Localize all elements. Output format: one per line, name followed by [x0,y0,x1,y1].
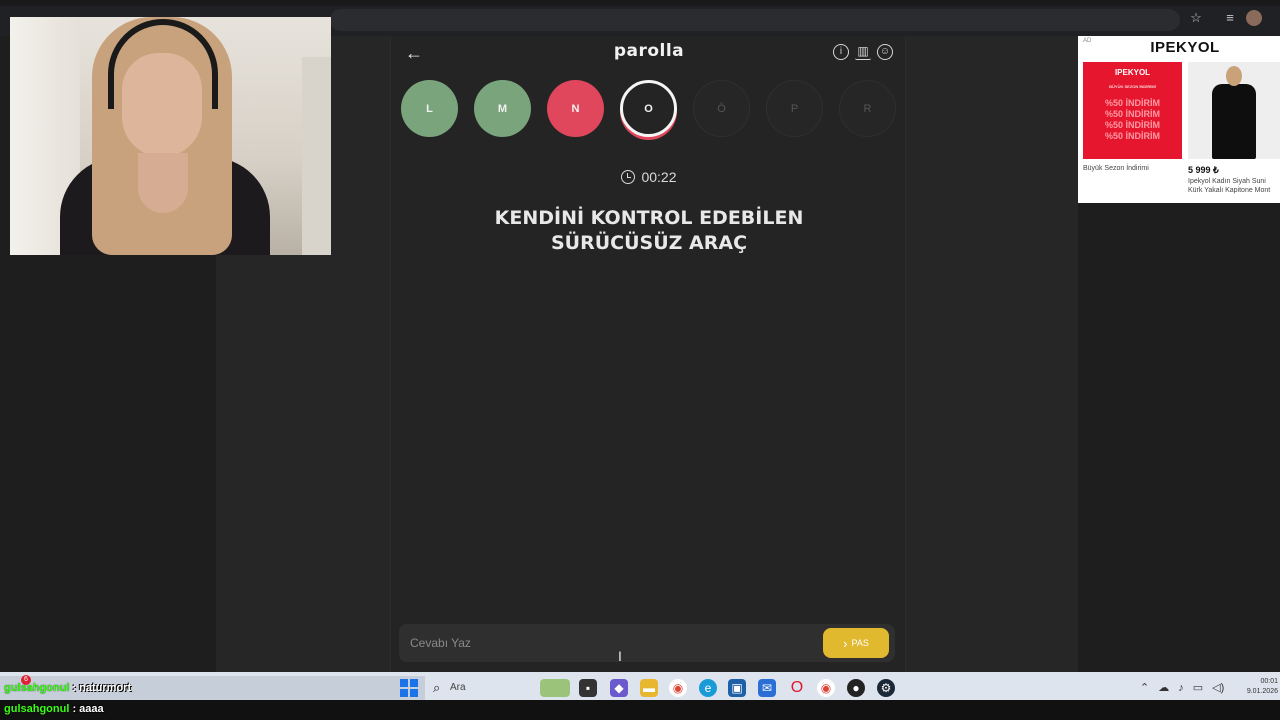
system-tray: ⌃ ☁ ♪ ▭ ◁) [1140,679,1224,697]
steam-icon[interactable]: ⚙ [877,679,895,697]
letter-wheel: L M N O Ö P R [401,80,901,138]
address-bar[interactable] [330,9,1180,31]
mail-icon[interactable]: ✉ [758,679,776,697]
letter-circle[interactable]: N [547,80,604,137]
ad-card-line: %50 İNDİRİM [1104,120,1160,130]
answer-bar: › PAS [399,624,895,662]
letter-circle[interactable]: R [839,80,896,137]
chat-text: : naturmort [72,682,132,694]
reading-list-icon[interactable]: ≡ [1222,10,1238,26]
parolla-game: ← parolla i ▥ ☺ L M N O Ö P R 00:22 KEND… [390,36,906,672]
ad-card-line: %50 İNDİRİM [1104,131,1160,141]
ad-caption[interactable]: Büyük Sezon İndirimi [1083,165,1149,172]
coat-image [1212,84,1256,159]
clock-icon [621,170,636,184]
info-icon[interactable]: i [833,44,849,60]
clock-date: 9.01.2026 [1246,688,1278,695]
webcam-overlay [10,17,331,255]
ad-card-subtitle: BÜYÜK SEZON İNDİRİMİ [1109,84,1156,89]
monitor-icon[interactable]: ▭ [1193,679,1203,697]
game-header: ← parolla i ▥ ☺ [391,36,907,70]
pass-button[interactable]: › PAS [823,628,889,658]
chat-message: gulsahgonul : aaaa [4,703,104,715]
stream-bottom-strip [0,700,1280,720]
question-line-1: KENDİNİ KONTROL EDEBİLEN [494,207,804,229]
chevron-up-icon[interactable]: ⌃ [1140,679,1149,697]
chevron-right-icon: › [843,635,848,651]
stats-icon[interactable]: ▥ [855,44,871,60]
question-text: KENDİNİ KONTROL EDEBİLEN SÜRÜCÜSÜZ ARAÇ [451,206,847,256]
ad-card-line: %50 İNDİRİM [1104,109,1160,119]
bookmark-star-icon[interactable]: ☆ [1188,10,1204,26]
timer-value: 00:22 [641,169,677,185]
windows-start-icon[interactable] [400,679,418,697]
ad-card-line: %50 İNDİRİM [1104,98,1160,108]
clock-time: 00:01 [1260,678,1278,685]
store-icon[interactable]: ▣ [728,679,746,697]
advertisement[interactable]: AD IPEKYOL IPEKYOL BÜYÜK SEZON İNDİRİMİ … [1078,36,1280,203]
ad-product-photo[interactable] [1188,62,1280,159]
folder-icon[interactable]: ▬ [640,679,658,697]
text-cursor-icon: I [618,648,622,664]
header-actions: i ▥ ☺ [833,44,893,60]
microphone-icon[interactable]: ♪ [1178,679,1184,697]
app-icon-dark[interactable]: ● [847,679,865,697]
letter-circle[interactable]: L [401,80,458,137]
answer-input[interactable] [399,624,809,662]
question-line-2: SÜRÜCÜSÜZ ARAÇ [550,232,748,254]
ad-price: 5 999 ₺ [1188,165,1219,175]
ad-sale-card[interactable]: IPEKYOL BÜYÜK SEZON İNDİRİMİ %50 İNDİRİM… [1083,62,1182,159]
edge-icon[interactable]: e [699,679,717,697]
profile-avatar-icon[interactable] [1246,10,1262,26]
taskbar-clock[interactable]: 00:01 9.01.2026 [1244,677,1280,697]
letter-circle[interactable]: O [620,80,677,137]
webcam-door [302,57,331,255]
pass-label: PAS [851,638,869,648]
widget-icon[interactable] [540,679,570,697]
letter-circle[interactable]: M [474,80,531,137]
profile-icon[interactable]: ☺ [877,44,893,60]
chat-username: gulsahgonul [4,703,70,715]
chat-text: : aaaa [72,703,104,715]
model-head-image [1226,66,1242,86]
chat-message: gulsahgonul : naturmort [4,682,131,694]
countdown-timer: 00:22 [391,169,907,185]
ad-brand-logo: IPEKYOL [1150,39,1220,56]
chat-username: gulsahgonul [4,682,70,694]
brand-title: parolla [613,41,685,61]
volume-icon[interactable]: ◁) [1212,679,1224,697]
opera-icon[interactable]: O [788,679,806,697]
browser-tab-strip [0,0,1280,6]
chrome-icon[interactable]: ◉ [669,679,687,697]
cloud-off-icon[interactable]: ☁ [1158,679,1169,697]
ad-card-brand: IPEKYOL [1114,68,1151,77]
letter-circle[interactable]: P [766,80,823,137]
taskbar-search[interactable]: Ara [428,679,524,697]
ad-product-title[interactable]: Ipekyol Kadın Siyah Suni Kürk Yakalı Kap… [1188,177,1280,195]
webcam-person-neck [138,153,188,213]
page-side-background-right [906,36,1078,672]
file-manager-icon[interactable]: ▪ [579,679,597,697]
chrome-active-icon[interactable]: ◉ [817,679,835,697]
letter-circle[interactable]: Ö [693,80,750,137]
app-icon[interactable]: ◆ [610,679,628,697]
